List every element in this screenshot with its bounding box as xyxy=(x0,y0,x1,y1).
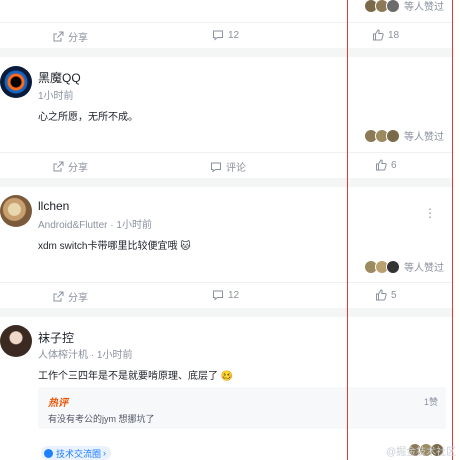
avatar[interactable] xyxy=(0,325,32,357)
like-count: 5 xyxy=(391,289,397,301)
hot-comment[interactable]: 热评 1赞 有没有考公的jym 想挪坑了 xyxy=(38,387,446,429)
comment-icon xyxy=(213,30,223,41)
share-label: 分享 xyxy=(68,293,88,304)
post-content[interactable]: xdm switch卡带哪里比较便宜哦 🐱 xyxy=(38,237,191,252)
like-icon xyxy=(373,29,384,41)
scrollbar-track[interactable] xyxy=(454,0,460,460)
author-title: Android&Flutter xyxy=(38,220,108,231)
liked-by[interactable]: 等人赞过 xyxy=(364,128,444,143)
post-card: 等人赞过 分享 12 18 xyxy=(0,0,454,48)
post-content[interactable]: 工作个三四年是不是就要啃原理、底层了 🥴 xyxy=(38,367,233,382)
hot-comment-likes: 1赞 xyxy=(423,397,438,407)
author-name[interactable]: 黑魔QQ xyxy=(38,69,81,86)
liked-by-text: 等人赞过 xyxy=(404,2,444,13)
comment-button[interactable]: 12 xyxy=(212,289,239,301)
meta-separator: · xyxy=(110,220,114,231)
comment-count: 12 xyxy=(228,29,240,41)
hot-comment-text: 有没有考公的jym 想挪坑了 xyxy=(48,414,155,424)
post-meta: 人体榨汁机 · 1小时前 xyxy=(38,346,132,361)
post-meta: Android&Flutter · 1小时前 xyxy=(38,216,152,231)
watermark: @掘金技术社区 xyxy=(386,447,457,458)
share-button[interactable]: 分享 xyxy=(52,289,88,304)
liked-by-text: 等人赞过 xyxy=(404,132,444,143)
post-meta: 1小时前 xyxy=(38,87,74,102)
meta-separator: · xyxy=(90,350,95,361)
post-card: 黑魔QQ 1小时前 心之所愿，无所不成。 等人赞过 分享 评论 6 xyxy=(0,57,454,178)
action-bar: 分享 12 18 xyxy=(0,22,454,48)
hot-comment-label: 热评 xyxy=(48,398,68,409)
comment-label: 评论 xyxy=(226,163,246,174)
share-icon xyxy=(53,291,64,301)
like-icon xyxy=(376,289,387,301)
post-time: 1小时前 xyxy=(116,220,152,231)
post-card: 袜子控 人体榨汁机 · 1小时前 工作个三四年是不是就要啃原理、底层了 🥴 热评… xyxy=(0,317,454,460)
share-label: 分享 xyxy=(68,33,88,44)
like-button[interactable]: 18 xyxy=(372,29,399,41)
comment-button[interactable]: 评论 xyxy=(210,159,246,174)
liked-by[interactable]: 等人赞过 xyxy=(364,0,444,13)
chevron-right-icon: › xyxy=(103,448,107,458)
post-time: 1小时前 xyxy=(96,350,133,361)
like-button[interactable]: 6 xyxy=(375,159,397,171)
action-bar: 分享 12 5 xyxy=(0,282,454,308)
like-icon xyxy=(376,159,387,171)
like-count: 6 xyxy=(391,159,397,171)
topic-icon xyxy=(44,448,53,458)
like-button[interactable]: 5 xyxy=(375,289,397,301)
share-icon xyxy=(53,31,64,41)
author-name[interactable]: 袜子控 xyxy=(38,329,74,346)
liked-by-text: 等人赞过 xyxy=(404,263,444,274)
like-count: 18 xyxy=(388,29,400,41)
avatar[interactable] xyxy=(0,195,32,227)
share-icon xyxy=(53,161,64,171)
liker-avatar xyxy=(386,259,400,274)
feed-list: 等人赞过 分享 12 18 黑魔QQ 1小时前 心之所愿，无所不成。 等人赞过 … xyxy=(0,0,460,460)
comment-icon xyxy=(211,162,221,173)
comment-icon xyxy=(213,290,223,301)
liker-avatar xyxy=(386,0,400,13)
post-card: llchen Android&Flutter · 1小时前 ⋮ xdm swit… xyxy=(0,187,454,308)
comment-count: 12 xyxy=(228,289,240,301)
share-label: 分享 xyxy=(68,163,88,174)
liker-avatar xyxy=(386,128,400,143)
liked-by[interactable]: 等人赞过 xyxy=(364,259,444,274)
share-button[interactable]: 分享 xyxy=(52,29,88,44)
action-bar: 分享 评论 6 xyxy=(0,152,454,178)
post-content[interactable]: 心之所愿，无所不成。 xyxy=(38,108,138,123)
more-icon[interactable]: ⋮ xyxy=(424,207,436,219)
post-time: 1小时前 xyxy=(38,91,74,102)
topic-label: 技术交流圈 xyxy=(56,448,102,459)
author-name[interactable]: llchen xyxy=(38,199,69,213)
topic-tag[interactable]: 技术交流圈 › xyxy=(41,446,112,460)
avatar[interactable] xyxy=(0,66,32,98)
author-title: 人体榨汁机 xyxy=(38,350,88,361)
comment-button[interactable]: 12 xyxy=(212,29,239,41)
share-button[interactable]: 分享 xyxy=(52,159,88,174)
